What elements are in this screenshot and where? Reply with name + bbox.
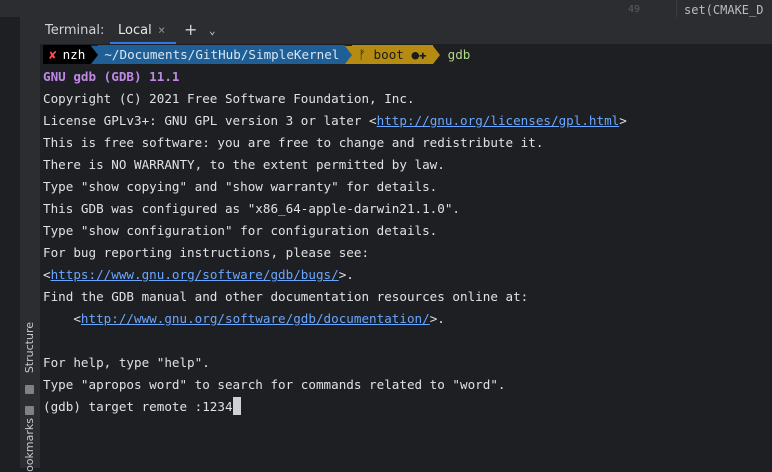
editor-strip: 49 set(CMAKE_D [0,0,772,17]
output-text: < [43,311,81,326]
structure-tool-button[interactable]: Structure [23,322,36,373]
output-line: License GPLv3+: GNU GPL version 3 or lat… [43,110,627,132]
tab-local[interactable]: Local × [110,17,176,44]
terminal-output[interactable]: ✘ nzh ~/Documents/GitHub/SimpleKernel ᚠ b… [40,44,772,468]
bookmarks-tool-button[interactable]: ookmarks [23,418,36,472]
output-line: Copyright (C) 2021 Free Software Foundat… [43,91,415,106]
bookmarks-icon[interactable] [25,406,34,415]
output-line: <http://www.gnu.org/software/gdb/documen… [43,308,445,330]
segment-separator [345,45,353,64]
structure-icon[interactable] [25,385,34,394]
prompt-user-segment: ✘ nzh [43,45,92,64]
output-text: > [619,113,627,128]
segment-separator [432,45,440,64]
shell-prompt: ✘ nzh ~/Documents/GitHub/SimpleKernel ᚠ b… [43,45,470,64]
output-text: License GPLv3+: GNU GPL version 3 or lat… [43,113,377,128]
close-icon[interactable]: × [158,23,165,37]
add-tab-button[interactable]: + [184,20,197,39]
prompt-path: ~/Documents/GitHub/SimpleKernel [98,45,346,64]
editor-line-number: 49 [628,4,641,15]
output-text: >. [429,311,445,326]
output-line: For help, type "help". [43,355,210,370]
output-text: >. [338,267,354,282]
output-line: <https://www.gnu.org/software/gdb/bugs/>… [43,264,354,286]
terminal-tab-bar: Terminal: Local × + ⌄ [40,17,772,45]
output-line: Type "apropos word" to search for comman… [43,377,506,392]
output-line: This GDB was configured as "x86_64-apple… [43,201,461,216]
license-link[interactable]: http://gnu.org/licenses/gpl.html [377,113,620,128]
editor-code-peek: set(CMAKE_D [684,3,764,17]
terminal-title: Terminal: [45,23,105,38]
command-line[interactable]: (gdb) target remote :1234 [43,396,241,418]
prompt-user: nzh [62,47,86,62]
error-status-icon: ✘ [49,47,57,62]
chevron-down-icon[interactable]: ⌄ [209,24,216,37]
output-text: < [43,267,51,282]
documentation-link[interactable]: http://www.gnu.org/software/gdb/document… [81,311,430,326]
output-line: For bug reporting instructions, please s… [43,245,370,260]
text-cursor [232,397,241,415]
output-line: Type "show copying" and "show warranty" … [43,179,438,194]
segment-separator [91,45,99,64]
output-line: Find the GDB manual and other documentat… [43,289,529,304]
bugs-link[interactable]: https://www.gnu.org/software/gdb/bugs/ [51,267,339,282]
editor-divider [676,0,677,17]
output-line: This is free software: you are free to c… [43,135,544,150]
prompt-command: gdb [447,47,471,62]
tab-local-label: Local [118,23,152,38]
output-line: Type "show configuration" for configurat… [43,223,438,238]
prompt-git-branch: ᚠ boot ●✚ [352,45,433,64]
output-line: There is NO WARRANTY, to the extent perm… [43,157,445,172]
left-panel-edge [0,17,20,468]
output-line: GNU gdb (GDB) 11.1 [43,69,180,84]
command-input[interactable]: (gdb) target remote :1234 [43,399,233,414]
tool-window-stripe [20,17,41,468]
